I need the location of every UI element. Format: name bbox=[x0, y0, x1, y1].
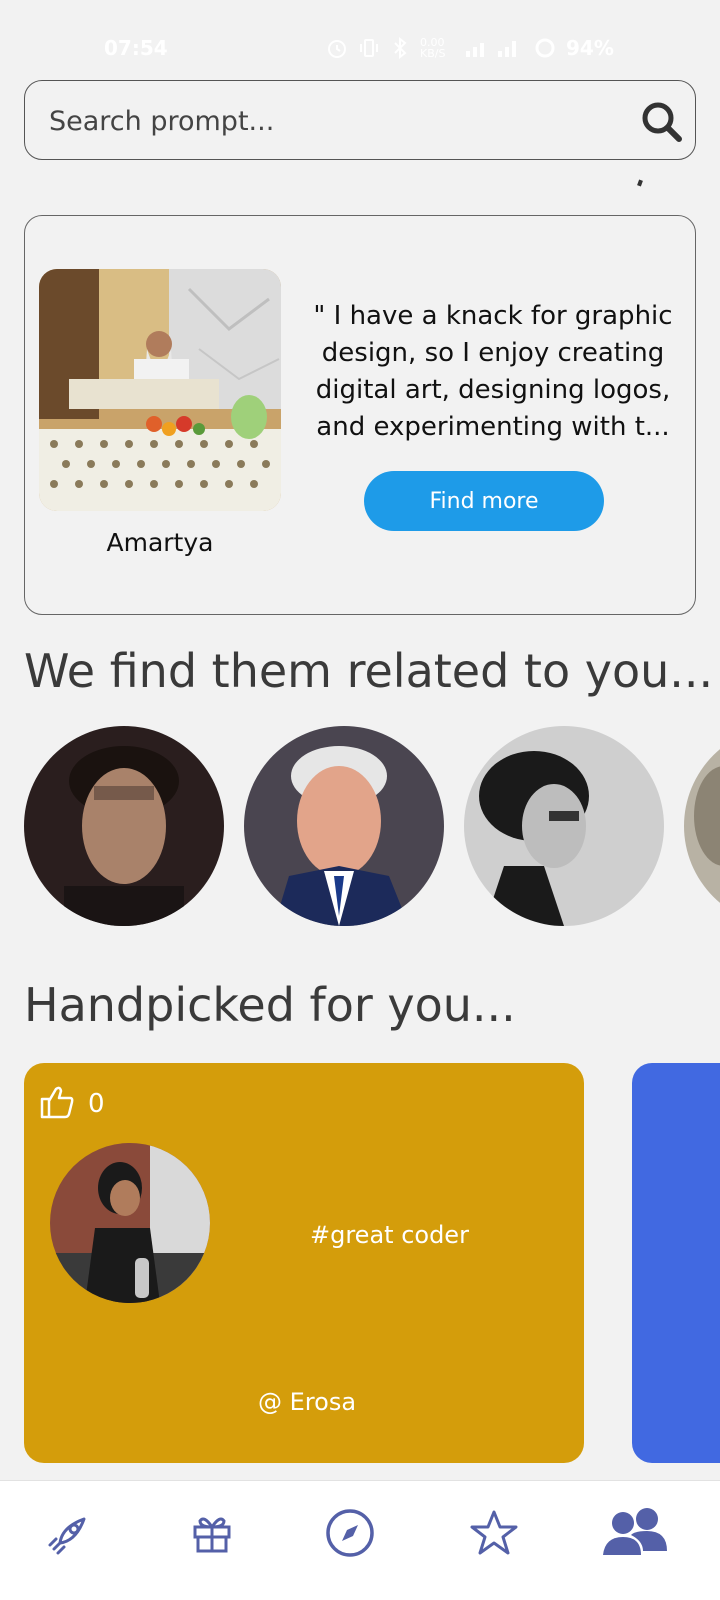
related-avatar[interactable] bbox=[244, 726, 444, 926]
nav-people[interactable] bbox=[600, 1503, 670, 1563]
scroll-indicator bbox=[637, 179, 643, 187]
bluetooth-icon bbox=[394, 37, 407, 59]
like-count: 0 bbox=[88, 1089, 105, 1119]
star-icon bbox=[470, 1510, 518, 1555]
handpicked-card[interactable]: 0 #great coder @ Erosa bbox=[24, 1063, 584, 1463]
people-icon bbox=[603, 1508, 667, 1555]
thumbs-up-icon[interactable] bbox=[38, 1083, 76, 1121]
card-username[interactable]: @ Erosa bbox=[258, 1388, 356, 1416]
nav-gift[interactable] bbox=[182, 1503, 242, 1563]
rocket-icon bbox=[48, 1517, 86, 1555]
related-avatar[interactable] bbox=[684, 726, 720, 926]
network-speed: 0.00 KB/S bbox=[420, 36, 446, 60]
status-icons: 0.00 KB/S 94% bbox=[326, 36, 614, 60]
related-people-row[interactable] bbox=[24, 726, 720, 926]
bottom-nav bbox=[0, 1480, 720, 1600]
handpicked-title: Handpicked for you... bbox=[24, 978, 516, 1032]
avatar-image bbox=[24, 726, 224, 926]
search-bar[interactable] bbox=[24, 80, 696, 160]
handpicked-card[interactable] bbox=[632, 1063, 720, 1463]
compass-icon bbox=[326, 1509, 374, 1557]
nav-explore[interactable] bbox=[320, 1503, 380, 1563]
search-input[interactable] bbox=[49, 101, 609, 141]
avatar-image bbox=[684, 726, 720, 926]
related-avatar[interactable] bbox=[24, 726, 224, 926]
status-bar: 07:54 0.00 KB/S 94% bbox=[0, 0, 720, 70]
vibrate-icon bbox=[360, 39, 378, 57]
battery-level: 94% bbox=[566, 36, 614, 60]
avatar-image bbox=[50, 1143, 210, 1303]
alarm-icon bbox=[328, 40, 346, 58]
feature-name: Amartya bbox=[106, 528, 214, 557]
find-more-button[interactable]: Find more bbox=[364, 471, 604, 531]
status-time: 07:54 bbox=[104, 36, 168, 60]
feature-photo[interactable] bbox=[39, 269, 281, 511]
feature-photo-image bbox=[39, 269, 281, 511]
nav-rocket[interactable] bbox=[40, 1503, 100, 1563]
avatar-image bbox=[464, 726, 664, 926]
avatar-image bbox=[244, 726, 444, 926]
gift-icon bbox=[193, 1517, 231, 1553]
battery-icon bbox=[535, 38, 555, 58]
feature-card[interactable]: Amartya " I have a knack for graphic des… bbox=[24, 215, 696, 615]
related-avatar[interactable] bbox=[464, 726, 664, 926]
related-title: We find them related to you... bbox=[24, 644, 714, 698]
signal-icon bbox=[466, 41, 516, 57]
nav-favorites[interactable] bbox=[464, 1503, 524, 1563]
feature-quote: " I have a knack for graphic design, so … bbox=[313, 301, 673, 442]
card-tag: #great coder bbox=[310, 1221, 469, 1249]
search-icon[interactable] bbox=[639, 99, 685, 145]
card-avatar[interactable] bbox=[50, 1143, 210, 1303]
